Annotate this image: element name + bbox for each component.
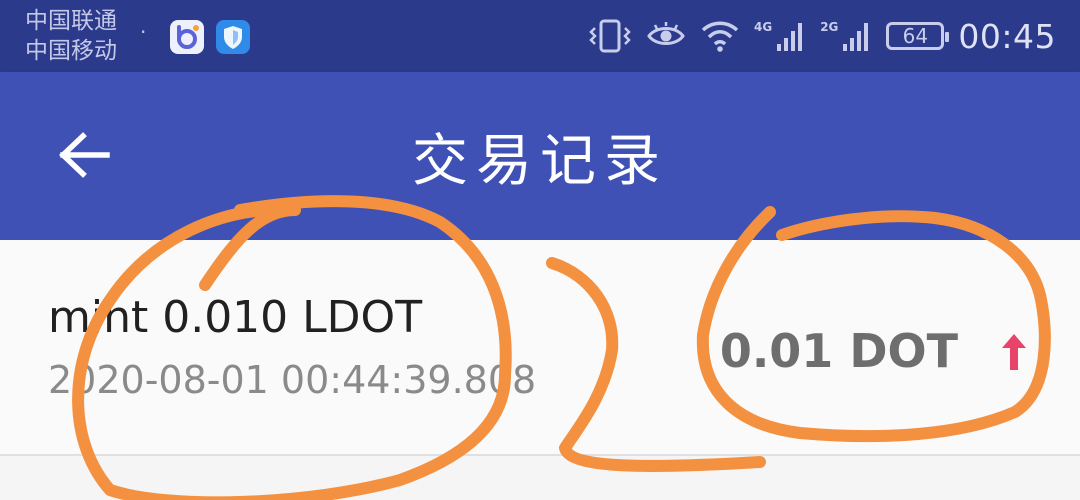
carrier-info: 中国联通 中国移动 [25,6,117,66]
baidu-app-icon [170,20,204,54]
shield-app-icon [216,20,250,54]
transaction-title: mint 0.010 LDOT [48,292,423,343]
status-indicators: 4G 2G 64 00:45 [588,0,1056,72]
signal-bars-icon [843,23,869,51]
vibrate-icon [589,19,631,53]
page-title: 交易记录 [412,128,668,194]
carrier-2: 中国移动 [25,38,117,64]
eye-comfort-icon [647,22,685,45]
app-bar: 交易记录 [0,72,1080,240]
back-button[interactable] [52,122,118,188]
battery-indicator: 64 [886,22,950,50]
network-type-1: 4G [753,20,773,34]
transaction-amount: 0.01 DOT [719,324,958,378]
network-type-2: 2G [820,20,839,34]
separator-dot: · [140,20,147,44]
battery-level: 64 [902,24,929,48]
transaction-timestamp: 2020-08-01 00:44:39.808 [48,358,537,402]
signal-bars-icon [777,23,803,51]
transaction-row[interactable]: mint 0.010 LDOT 2020-08-01 00:44:39.808 … [0,240,1080,456]
arrow-up-icon [1002,334,1026,370]
carrier-1: 中国联通 [25,8,117,34]
status-bar: 中国联通 中国移动 · 4G 2G 64 00:45 [0,0,1080,72]
arrow-left-icon [59,132,110,178]
clock: 00:45 [958,16,1056,56]
wifi-icon [701,21,739,52]
